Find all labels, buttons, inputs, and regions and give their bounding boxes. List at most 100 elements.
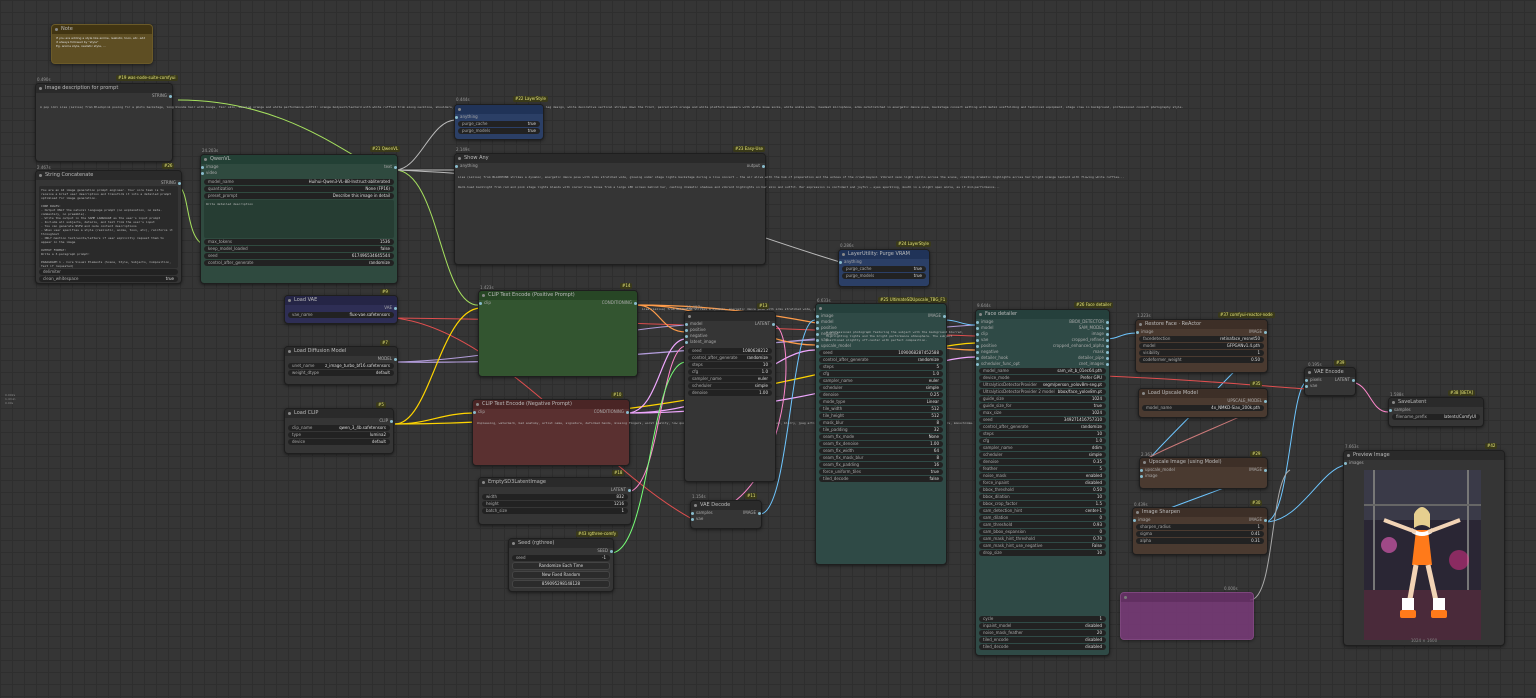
upscale-image-node[interactable]: Upscale Image (using Model) upscale_mode… — [1139, 457, 1268, 489]
noise-mask-feather-widget[interactable]: noise_mask_feather 20 — [979, 630, 1106, 636]
purge-vram-node-1[interactable]: anything purge_cache true purge_models tru… — [454, 104, 544, 140]
image-output[interactable]: IMAGE — [1244, 329, 1267, 335]
sigma-widget[interactable]: sigma 0.41 — [1136, 531, 1264, 537]
system-prompt-textarea[interactable]: You are an AI image generation prompt en… — [39, 186, 178, 268]
sampler-name-widget[interactable]: sampler_name euler — [688, 376, 772, 382]
bypassed-node[interactable] — [1120, 592, 1254, 640]
device-widget[interactable]: device default — [288, 439, 390, 445]
max-size-widget[interactable]: max_size 1024 — [979, 410, 1106, 416]
clip-name-widget[interactable]: clip_name qwen_3_4b.safetensors — [288, 425, 390, 431]
filename-prefix-widget[interactable]: filename_prefix latents/ComfyUI — [1392, 414, 1480, 420]
image-input[interactable]: image — [1133, 517, 1150, 523]
sam-dilation-widget[interactable]: sam_dilation 0 — [979, 515, 1106, 521]
height-widget[interactable]: height 1216 — [482, 501, 628, 507]
bbox-threshold-widget[interactable]: bbox_threshold 0.50 — [979, 487, 1106, 493]
load-vae-node[interactable]: Load VAE VAE vae_name flux-vae.safetensor… — [284, 295, 398, 324]
batch-size-widget[interactable]: batch_size 1 — [482, 508, 628, 514]
vae-input[interactable]: vae — [1305, 383, 1322, 389]
mask-blur-widget[interactable]: mask_blur 8 — [819, 420, 943, 426]
vae-name-widget[interactable]: vae_name flux-vae.safetensors — [288, 312, 394, 318]
tile-padding-widget[interactable]: tile_padding 32 — [819, 427, 943, 433]
image-description-node[interactable]: Image description for prompt STRING — [35, 83, 173, 162]
empty-latent-image-node[interactable]: EmptySD3LatentImage LATENT width 832 heig… — [478, 477, 632, 525]
video-input[interactable]: video — [201, 170, 218, 176]
facedetection-widget[interactable]: facedetection retinaface_resnet50 — [1139, 336, 1264, 342]
model-output[interactable]: MODEL — [285, 356, 397, 362]
sam-bbox-expansion-widget[interactable]: sam_bbox_expansion 0 — [979, 529, 1106, 535]
max-tokens-widget[interactable]: max_tokens 1536 — [204, 239, 394, 245]
steps-widget[interactable]: steps 5 — [819, 364, 943, 370]
clip-text-encode-positive-node[interactable]: CLIP Text Encode (Positive Prompt) clip … — [478, 290, 638, 377]
keep-model-loaded-widget[interactable]: keep_model_loaded false — [204, 246, 394, 252]
output-slot[interactable]: output — [742, 163, 765, 169]
force-uniform-tiles-widget[interactable]: force_uniform_tiles true — [819, 469, 943, 475]
alpha-widget[interactable]: alpha 0.31 — [1136, 538, 1264, 544]
seam-fix-padding-widget[interactable]: seam_fix_padding 16 — [819, 462, 943, 468]
clip-input[interactable]: clip — [473, 409, 485, 415]
tiled-decode-widget[interactable]: tiled_decode false — [819, 476, 943, 482]
tile-height-widget[interactable]: tile_height 512 — [819, 413, 943, 419]
seed-value-widget[interactable]: seed -1 — [512, 555, 610, 561]
force-inpaint-widget[interactable]: force_inpaint disabled — [979, 480, 1106, 486]
bbox-dilation-widget[interactable]: bbox_dilation 10 — [979, 494, 1106, 500]
note-node[interactable]: Note If you are adding a style like anim… — [51, 24, 153, 64]
denoise-widget[interactable]: denoise 0.35 — [979, 459, 1106, 465]
seed-output[interactable]: SEED — [509, 548, 613, 554]
latent-image-input[interactable]: latent_image — [685, 339, 716, 345]
string-output[interactable]: STRING — [36, 180, 181, 186]
text-output[interactable]: text — [379, 164, 397, 170]
anything-input[interactable]: anything — [455, 163, 478, 169]
save-latent-node[interactable]: SaveLatent samples filename_prefix latent… — [1388, 397, 1484, 427]
seam-fix-denoise-widget[interactable]: seam_fix_denoise 1.00 — [819, 441, 943, 447]
sam-threshold-widget[interactable]: sam_threshold 0.93 — [979, 522, 1106, 528]
clip-input[interactable]: clip — [479, 300, 491, 306]
steps-widget[interactable]: steps 10 — [979, 431, 1106, 437]
sam-mask-hint-use-negative-widget[interactable]: sam_mask_hint_use_negative False — [979, 543, 1106, 549]
preview-image-node[interactable]: Preview Image images 1024 × 1600 — [1343, 450, 1505, 646]
codeformer-weight-widget[interactable]: codeformer_weight 0.50 — [1139, 357, 1264, 363]
seam-fix-mode-widget[interactable]: seam_fix_mode None — [819, 434, 943, 440]
tiled-decode-widget[interactable]: tiled_decode disabled — [979, 644, 1106, 650]
seam-fix-width-widget[interactable]: seam_fix_width 64 — [819, 448, 943, 454]
vae-output[interactable]: VAE — [285, 305, 397, 311]
anything-input[interactable]: anything — [455, 114, 543, 120]
sam-detection-hint-widget[interactable]: sam_detection_hint center-1 — [979, 508, 1106, 514]
latent-output[interactable]: LATENT — [1330, 377, 1355, 383]
vae-encode-node[interactable]: VAE Encode pixels vae LATENT — [1304, 367, 1356, 396]
image-sharpen-node[interactable]: Image Sharpen image IMAGE sharpen_radius… — [1132, 507, 1268, 555]
seed-rgthree-node[interactable]: Seed (rgthree) SEED seed -1 Randomize Eac… — [508, 538, 614, 592]
preset-prompt-widget[interactable]: preset_prompt Describe this image in deta… — [204, 193, 394, 199]
model-widget[interactable]: model GFPGANv1.4.pth — [1139, 343, 1264, 349]
type-widget[interactable]: type lumina2 — [288, 432, 390, 438]
scheduler-widget[interactable]: scheduler simple — [819, 385, 943, 391]
purge-models-toggle[interactable]: purge_models true — [458, 128, 540, 134]
conditioning-output[interactable]: CONDITIONING — [597, 300, 637, 306]
seed-widget[interactable]: seed 1080638212 — [688, 348, 772, 354]
purge-vram-node-2[interactable]: LayerUtility: Purge VRAM anything purge_… — [838, 249, 930, 287]
last-seed-button[interactable]: 859095298148128 — [512, 580, 610, 588]
device-mode-widget[interactable]: device_mode Prefer GPU — [979, 375, 1106, 381]
seed-widget[interactable]: seed 617496534645544 — [204, 253, 394, 259]
sharpen-radius-widget[interactable]: sharpen_radius 1 — [1136, 524, 1264, 530]
guide-size-for-widget[interactable]: guide_size_for true — [979, 403, 1106, 409]
guide-size-widget[interactable]: guide_size 1024 — [979, 396, 1106, 402]
tiled-encode-widget[interactable]: tiled_encode disabled — [979, 637, 1106, 643]
cnet-images-output[interactable]: cnet_images — [1048, 361, 1109, 367]
anything-input[interactable]: anything — [839, 259, 929, 265]
weight-dtype-widget[interactable]: weight_dtype default — [288, 370, 394, 376]
ultimate-sd-upscale-node[interactable]: image model positive negative vae upscal… — [815, 303, 947, 565]
tile-width-widget[interactable]: tile_width 512 — [819, 406, 943, 412]
denoise-widget[interactable]: denoise 0.25 — [819, 392, 943, 398]
feather-widget[interactable]: feather 5 — [979, 466, 1106, 472]
load-upscale-model-node[interactable]: Load Upscale Model UPSCALE_MODEL model_n… — [1138, 388, 1268, 418]
inpaint-model-widget[interactable]: inpaint_model disabled — [979, 623, 1106, 629]
purge-cache-toggle[interactable]: purge_cache true — [458, 121, 540, 127]
sampler-name-widget[interactable]: sampler_name ddim — [979, 445, 1106, 451]
vae-input[interactable]: vae — [691, 516, 713, 522]
control-after-generate-widget[interactable]: control_after_generate randomize — [979, 424, 1106, 430]
cycle-widget[interactable]: cycle 1 — [979, 616, 1106, 622]
bbox-detector-widget[interactable]: UltralyticsDetectorProvider 2 model bbox/… — [979, 389, 1106, 395]
steps-widget[interactable]: steps 10 — [688, 362, 772, 368]
sam-mask-hint-threshold-widget[interactable]: sam_mask_hint_threshold 0.70 — [979, 536, 1106, 542]
qwenvl-node[interactable]: QwenVL image video text model_name Huihui-… — [200, 154, 398, 284]
